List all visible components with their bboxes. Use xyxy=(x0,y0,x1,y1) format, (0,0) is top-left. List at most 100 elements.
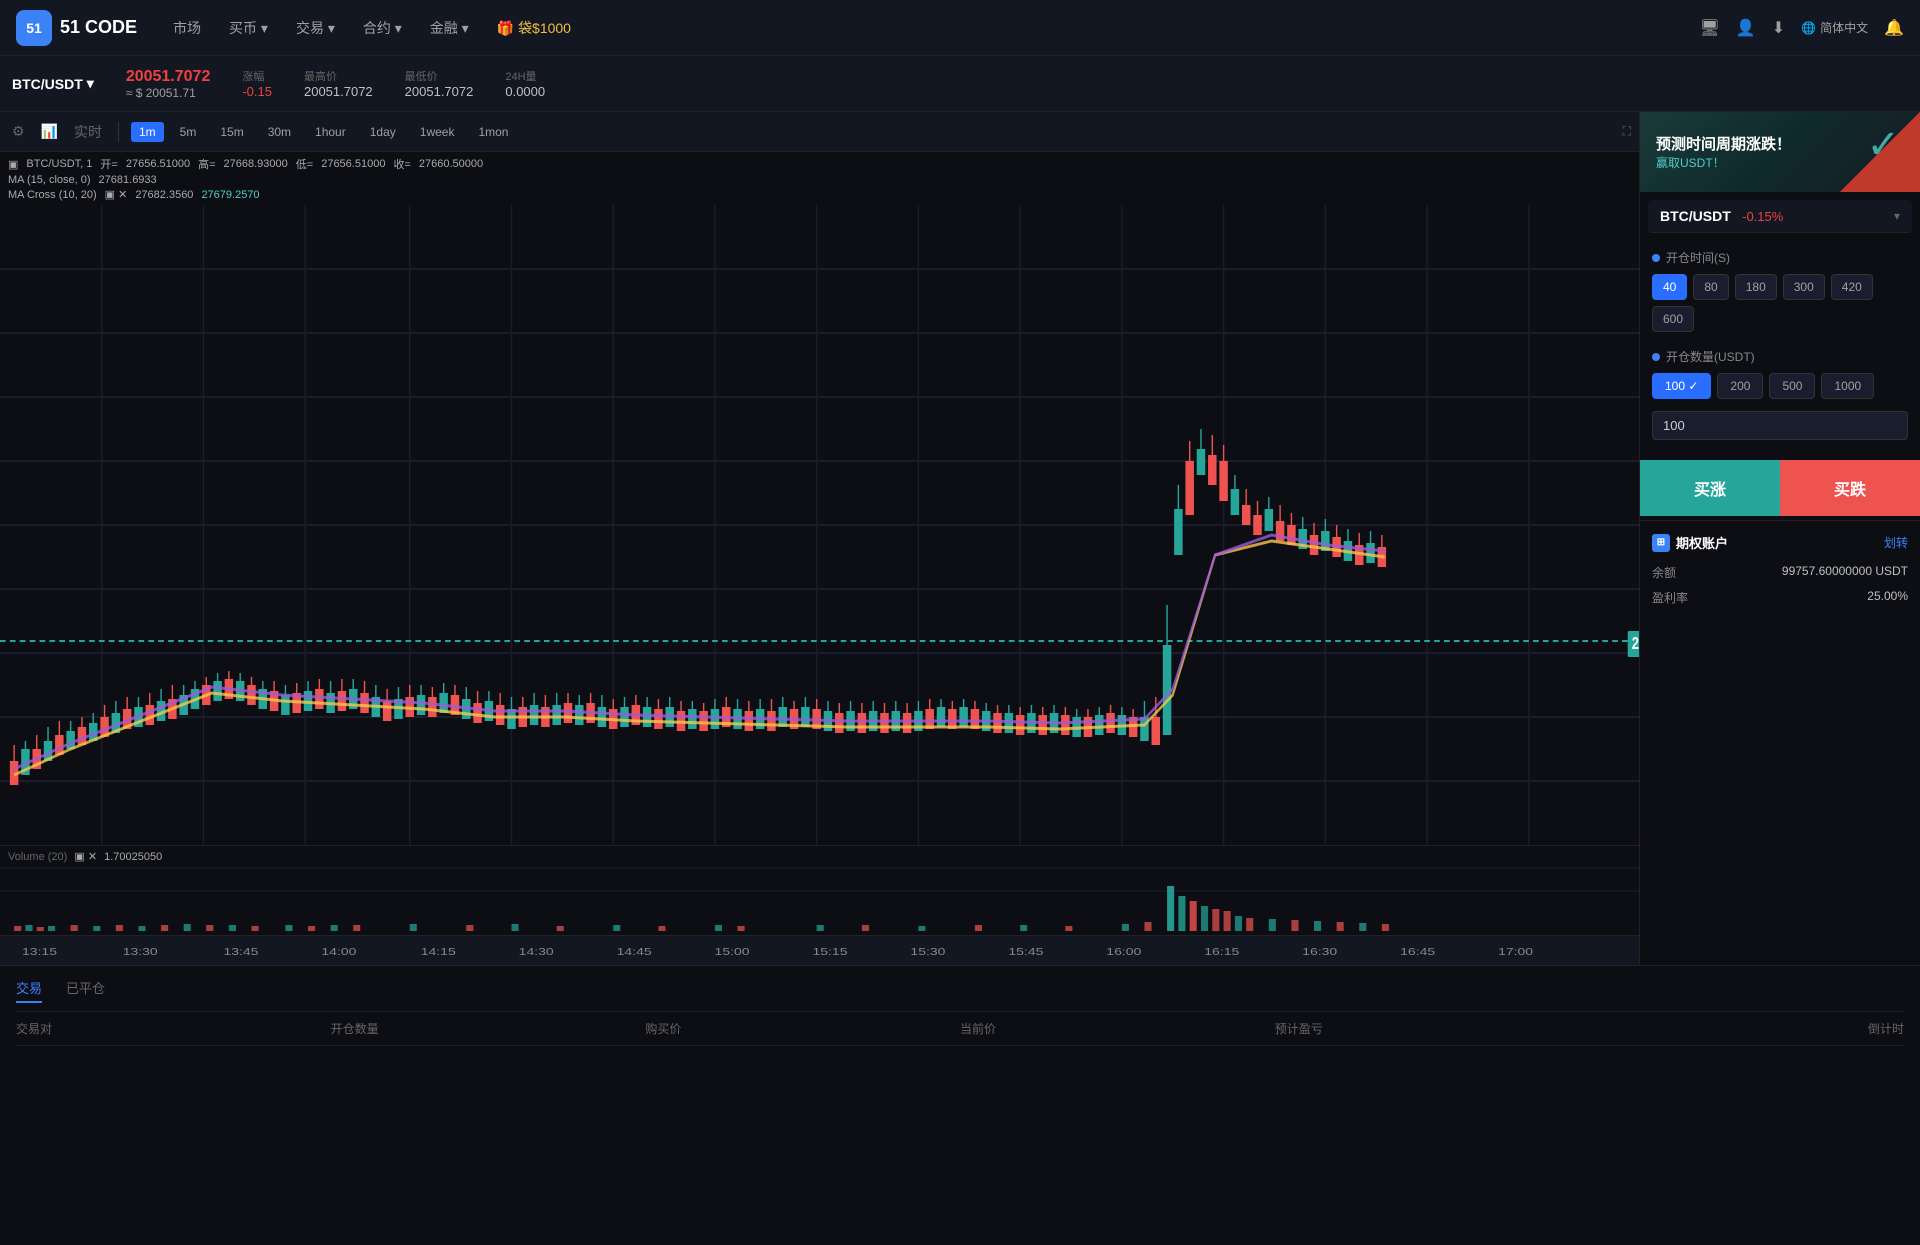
qty-btn-100[interactable]: 100 ✓ xyxy=(1652,373,1711,399)
change-value: -0.15 xyxy=(242,84,272,99)
tf-1week[interactable]: 1week xyxy=(412,122,463,142)
nav-gift[interactable]: 🎁 袋$1000 xyxy=(485,10,583,46)
svg-text:13:45: 13:45 xyxy=(223,945,258,957)
qty-btn-200[interactable]: 200 xyxy=(1717,373,1763,399)
account-title: ⊞ 期权账户 xyxy=(1652,533,1728,552)
promo-subtitle: 赢取USDT！ xyxy=(1656,154,1791,171)
pair-name[interactable]: BTC/USDT ▾ xyxy=(12,75,94,92)
time-btn-80[interactable]: 80 xyxy=(1693,274,1728,300)
ticker-vol: 24H量 0.0000 xyxy=(505,68,545,99)
buy-down-label: 买跌 xyxy=(1834,476,1866,500)
col-countdown: 倒计时 xyxy=(1589,1020,1904,1037)
balance-label: 余额 xyxy=(1652,564,1676,581)
chart-area[interactable]: 27840.0000 27800.0000 27760.0000 27720.0… xyxy=(0,205,1639,845)
tf-1m[interactable]: 1m xyxy=(131,122,164,142)
ma-val: 27681.6933 xyxy=(99,174,157,186)
low-value: 20051.7072 xyxy=(405,84,474,99)
nav-trade[interactable]: 交易 ▾ xyxy=(284,10,347,46)
chart-toolbar: ⚙ 📊 实时 1m 5m 15m 30m 1hour 1day 1week 1m… xyxy=(0,112,1639,152)
buy-up-button[interactable]: 买涨 xyxy=(1640,460,1780,516)
mac-val1: 27682.3560 xyxy=(135,189,193,201)
profit-row: 盈利率 25.00% xyxy=(1652,589,1908,606)
time-btn-420[interactable]: 420 xyxy=(1831,274,1873,300)
profit-label: 盈利率 xyxy=(1652,589,1688,606)
chart-info: ▣ BTC/USDT, 1 开= 27656.51000 高= 27668.93… xyxy=(0,152,1639,205)
realtime-label[interactable]: 实时 xyxy=(70,118,106,146)
tf-1day[interactable]: 1day xyxy=(362,122,404,142)
close-val: 27660.50000 xyxy=(419,158,483,170)
price-main: 20051.7072 xyxy=(126,68,211,86)
balance-value: 99757.60000000 USDT xyxy=(1782,564,1908,581)
transfer-button[interactable]: 划转 xyxy=(1884,534,1908,551)
time-btn-600[interactable]: 600 xyxy=(1652,306,1694,332)
expand-button[interactable]: ⛶ xyxy=(1623,124,1631,139)
mac-icons: ▣ ✕ xyxy=(105,188,128,201)
svg-text:14:45: 14:45 xyxy=(617,945,652,957)
download-icon[interactable]: ⬇ xyxy=(1772,18,1785,38)
mac-label: MA Cross (10, 20) xyxy=(8,189,97,201)
col-qty: 开仓数量 xyxy=(331,1020,646,1037)
tf-1hour[interactable]: 1hour xyxy=(307,122,354,142)
nav-finance[interactable]: 金融 ▾ xyxy=(418,10,481,46)
time-dot xyxy=(1652,254,1660,262)
svg-text:16:30: 16:30 xyxy=(1302,945,1337,957)
time-btn-180[interactable]: 180 xyxy=(1735,274,1777,300)
tf-1mon[interactable]: 1mon xyxy=(470,122,516,142)
nav: 市场 买币 ▾ 交易 ▾ 合约 ▾ 金融 ▾ 🎁 袋$1000 xyxy=(161,10,1699,46)
chart-panel: ⚙ 📊 实时 1m 5m 15m 30m 1hour 1day 1week 1m… xyxy=(0,112,1640,965)
high-label: 最高价 xyxy=(304,68,373,84)
qty-buttons: 100 ✓ 200 500 1000 xyxy=(1640,369,1920,407)
volume-svg: 20. 10. xyxy=(0,846,1639,936)
globe-icon: 🌐 xyxy=(1801,21,1816,35)
buy-down-button[interactable]: 买跌 xyxy=(1780,460,1920,516)
nav-market[interactable]: 市场 xyxy=(161,10,213,46)
svg-text:16:45: 16:45 xyxy=(1400,945,1435,957)
volume-label-text: Volume (20) xyxy=(8,851,67,863)
low-val: 27656.51000 xyxy=(321,158,385,170)
promo-content: 预测时间周期涨跌！ 赢取USDT！ xyxy=(1656,133,1791,171)
chart-svg: 27840.0000 27800.0000 27760.0000 27720.0… xyxy=(0,205,1639,845)
nav-contract[interactable]: 合约 ▾ xyxy=(351,10,414,46)
qty-btn-1000[interactable]: 1000 xyxy=(1821,373,1874,399)
promo-banner[interactable]: 预测时间周期涨跌！ 赢取USDT！ ✓ xyxy=(1640,112,1920,192)
svg-text:17:00: 17:00 xyxy=(1498,945,1533,957)
bell-icon[interactable]: 🔔 xyxy=(1884,18,1904,38)
pair-selector[interactable]: BTC/USDT -0.15% ▾ xyxy=(1648,200,1912,233)
tab-closed[interactable]: 已平仓 xyxy=(66,978,105,1003)
qty-input[interactable] xyxy=(1652,411,1908,440)
indicator-icon[interactable]: 📊 xyxy=(37,119,62,144)
col-pnl: 预计盈亏 xyxy=(1275,1020,1590,1037)
settings-icon[interactable]: ⚙ xyxy=(8,119,29,144)
chart-pair: BTC/USDT, 1 xyxy=(26,158,92,170)
tf-15m[interactable]: 15m xyxy=(212,122,251,142)
lang-label: 简体中文 xyxy=(1820,19,1868,36)
svg-text:16:15: 16:15 xyxy=(1204,945,1239,957)
time-btn-300[interactable]: 300 xyxy=(1783,274,1825,300)
bottom-tabs: 交易 已平仓 xyxy=(16,966,1904,1012)
logo-icon: 51 xyxy=(16,10,52,46)
ticker-bar: BTC/USDT ▾ 20051.7072 ≈ $ 20051.71 涨幅 -0… xyxy=(0,56,1920,112)
volume-val: 1.70025050 xyxy=(104,851,162,863)
qty-btn-500[interactable]: 500 xyxy=(1769,373,1815,399)
pair-dropdown-icon: ▾ xyxy=(87,75,94,92)
promo-corner xyxy=(1840,112,1920,192)
promo-title: 预测时间周期涨跌！ xyxy=(1656,133,1791,154)
vol-value: 0.0000 xyxy=(505,84,545,99)
pair-selector-name: BTC/USDT xyxy=(1660,208,1731,224)
ticker-low: 最低价 20051.7072 xyxy=(405,68,474,99)
col-pair: 交易对 xyxy=(16,1020,331,1037)
time-buttons: 40 80 180 300 420 600 xyxy=(1640,270,1920,340)
time-btn-40[interactable]: 40 xyxy=(1652,274,1687,300)
svg-text:15:45: 15:45 xyxy=(1008,945,1043,957)
user-icon[interactable]: 👤 xyxy=(1736,18,1756,38)
pair-selector-info: BTC/USDT -0.15% xyxy=(1660,208,1783,224)
tf-5m[interactable]: 5m xyxy=(172,122,205,142)
header: 51 51 CODE 市场 买币 ▾ 交易 ▾ 合约 ▾ 金融 ▾ 🎁 袋$10… xyxy=(0,0,1920,56)
toolbar-sep xyxy=(118,122,119,142)
lang-button[interactable]: 🌐 简体中文 xyxy=(1801,19,1868,36)
nav-buy[interactable]: 买币 ▾ xyxy=(217,10,280,46)
tf-30m[interactable]: 30m xyxy=(260,122,299,142)
screen-icon[interactable]: 🖥 xyxy=(1699,18,1719,38)
logo: 51 51 CODE xyxy=(16,10,137,46)
tab-trade[interactable]: 交易 xyxy=(16,978,42,1003)
